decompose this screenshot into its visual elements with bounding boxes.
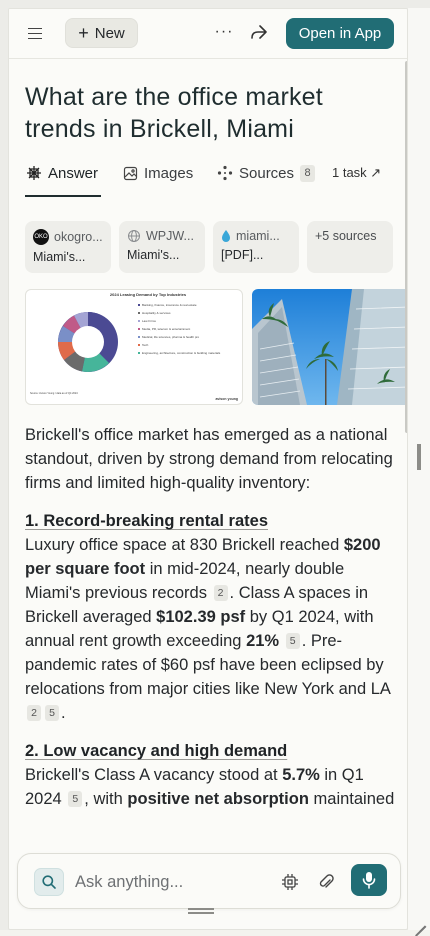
section-heading: 2. Low vacancy and high demand: [25, 742, 288, 760]
okogrow-logo-icon: OKO: [33, 229, 49, 245]
search-icon: [42, 875, 56, 889]
voice-mode-button[interactable]: [351, 864, 387, 896]
microphone-icon: [362, 872, 376, 889]
sources-count-badge: 8: [300, 164, 316, 182]
answer-section: 1. Record-breaking rental rates Luxury o…: [25, 509, 399, 725]
thumb-legend-item: Tech: [142, 343, 149, 347]
thumb-legend-item: Engineering, architecture, construction …: [142, 351, 221, 355]
answer-bold: 21%: [246, 632, 280, 650]
source-cards: OKO okogro... Miami's... WPJW... Miami's…: [25, 221, 397, 273]
source-site: miami...: [236, 229, 280, 243]
more-options-button[interactable]: ···: [213, 23, 235, 43]
thumb-legend-item: Medical, life sciences, pharma & health …: [142, 335, 200, 339]
answer-icon: [27, 166, 41, 180]
citation-badge[interactable]: 5: [285, 633, 300, 649]
citation-badge[interactable]: 5: [45, 705, 59, 721]
panel-resize-handle[interactable]: [417, 444, 421, 470]
attach-icon[interactable]: [316, 872, 336, 892]
new-label: New: [94, 24, 125, 42]
source-site: okogro...: [54, 230, 103, 244]
image-icon: [123, 166, 138, 180]
answer-body: Brickell's office market has emerged as …: [25, 423, 399, 825]
citation-badge[interactable]: 2: [213, 585, 228, 601]
menu-icon[interactable]: [25, 24, 45, 42]
ask-bar: [17, 853, 401, 909]
tab-sources-label: Sources: [239, 164, 295, 182]
more-sources-card[interactable]: +5 sources: [307, 221, 393, 273]
source-title: [PDF]...: [221, 248, 264, 262]
source-title: Miami's...: [33, 250, 86, 264]
model-chip-icon[interactable]: [280, 872, 300, 892]
thumb-chart-title: 2024 Leasing Demand by Top Industries: [110, 292, 187, 297]
corner-resize-icon[interactable]: [414, 914, 426, 926]
source-card[interactable]: OKO okogro... Miami's...: [25, 221, 111, 273]
task-link[interactable]: 1 task ↗: [332, 162, 381, 184]
citation-badge[interactable]: 2: [27, 705, 41, 721]
answer-text: maintained: [308, 790, 395, 808]
thumb-legend-item: Banking, finance, insurance & real estat…: [142, 303, 197, 307]
sources-icon: [217, 165, 233, 181]
top-bar: + New ··· Open in App: [9, 9, 407, 59]
tab-answer[interactable]: Answer: [26, 162, 98, 184]
thread-content: What are the office market trends in Bri…: [9, 59, 407, 929]
plus-icon: +: [78, 22, 89, 43]
thumb-chart-brand: avison young: [215, 397, 238, 401]
source-title: Miami's...: [127, 248, 180, 262]
answer-text: Brickell's Class A vacancy stood at: [25, 766, 283, 784]
citation-badge[interactable]: 5: [68, 791, 83, 807]
building-photo-thumbnail[interactable]: [252, 289, 407, 405]
tab-sources[interactable]: Sources 8: [217, 162, 316, 184]
globe-icon: [128, 230, 140, 242]
source-card[interactable]: miami... [PDF]...: [213, 221, 299, 273]
chart-thumbnail[interactable]: 2024 Leasing Demand by Top Industries Ba…: [25, 289, 243, 405]
answer-text: Luxury office space at 830 Brickell reac…: [25, 536, 344, 554]
answer-intro: Brickell's office market has emerged as …: [25, 426, 393, 492]
thumb-legend-item: Media, PR, telecom & entertainment: [142, 327, 190, 331]
bottom-resize-handle[interactable]: [188, 908, 214, 914]
tab-answer-label: Answer: [48, 164, 99, 182]
active-tab-indicator: [25, 195, 101, 197]
new-thread-button[interactable]: + New: [65, 18, 138, 48]
tab-images[interactable]: Images: [123, 162, 193, 184]
water-drop-icon: [222, 230, 230, 242]
app-frame: + New ··· Open in App What are the offic…: [0, 0, 430, 930]
answer-bold: $102.39 psf: [156, 608, 246, 626]
source-site: WPJW...: [146, 229, 194, 243]
thumb-legend-item: Hospitality & services: [142, 311, 171, 315]
search-mode-button[interactable]: [34, 868, 64, 896]
page-title: What are the office market trends in Bri…: [25, 83, 323, 143]
share-icon[interactable]: [249, 23, 271, 43]
source-card[interactable]: WPJW... Miami's...: [119, 221, 205, 273]
main-panel: + New ··· Open in App What are the offic…: [8, 8, 408, 930]
answer-bold: 5.7%: [282, 766, 320, 784]
image-strip: 2024 Leasing Demand by Top Industries Ba…: [25, 289, 407, 405]
more-sources-label: +5 sources: [315, 229, 377, 243]
ask-input[interactable]: [75, 869, 265, 895]
answer-section: 2. Low vacancy and high demand Brickell'…: [25, 739, 399, 811]
answer-text: , with: [84, 790, 128, 808]
tab-images-label: Images: [144, 164, 194, 182]
answer-text: .: [61, 704, 66, 722]
result-tabs: Answer Images Sources 8 1 task ↗: [9, 154, 407, 198]
answer-bold: positive net absorption: [127, 790, 309, 808]
thumb-chart-source: Source: Avison Young / data as of Q4 202…: [30, 392, 78, 395]
open-in-app-button[interactable]: Open in App: [286, 18, 394, 49]
section-heading: 1. Record-breaking rental rates: [25, 512, 269, 530]
thumb-legend-item: Law Firms: [142, 319, 156, 323]
